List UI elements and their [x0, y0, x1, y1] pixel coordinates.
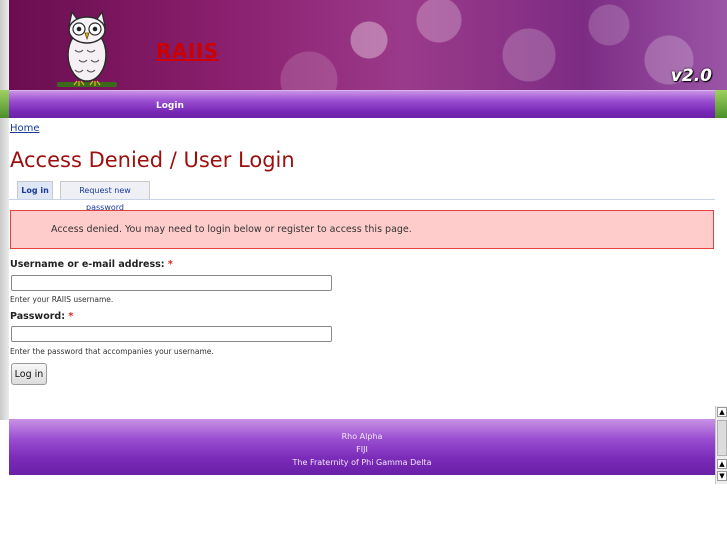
tabs-divider [9, 199, 715, 200]
required-marker: * [68, 311, 74, 322]
page: RAIIS v2.0 Login Home Access Denied / Us… [0, 0, 727, 484]
arrow-up-icon[interactable]: ▲ [717, 407, 727, 417]
footer-line-fraternity: The Fraternity of Phi Gamma Delta [292, 458, 432, 467]
password-label: Password: * [10, 311, 73, 322]
tab-log-in[interactable]: Log in [17, 181, 53, 199]
scrollbar-thumb[interactable] [717, 420, 727, 456]
scrollbar[interactable]: ▲ ▲ ▼ [715, 406, 727, 484]
footer-line-fiji: FIJI [356, 445, 368, 454]
site-title-link[interactable]: RAIIS [156, 39, 219, 63]
password-label-text: Password: [10, 311, 66, 322]
tab-request-new-password[interactable]: Request new password [60, 181, 150, 212]
nav-item-login[interactable]: Login [156, 101, 184, 111]
main-content: Home Access Denied / User Login Log in R… [9, 118, 715, 418]
alert-message: Access denied. You may need to login bel… [51, 224, 412, 235]
arrow-up-icon[interactable]: ▲ [717, 459, 727, 469]
version-badge: v2.0 [670, 66, 712, 86]
required-marker: * [167, 259, 173, 270]
owl-logo-icon [57, 10, 117, 87]
footer-line-chapter: Rho Alpha [341, 432, 383, 441]
left-rail [0, 0, 9, 420]
password-help: Enter the password that accompanies your… [10, 347, 214, 356]
username-help: Enter your RAIIS username. [10, 295, 114, 304]
access-denied-alert: Access denied. You may need to login bel… [10, 210, 714, 249]
username-input[interactable] [11, 275, 332, 291]
site-footer: Rho Alpha FIJI The Fraternity of Phi Gam… [9, 419, 715, 475]
password-input[interactable] [11, 326, 332, 342]
login-submit-button[interactable]: Log in [11, 363, 47, 385]
username-label-text: Username or e-mail address: [10, 259, 165, 270]
site-header: RAIIS v2.0 [9, 0, 727, 90]
username-label: Username or e-mail address: * [10, 259, 173, 270]
primary-nav: Login [9, 90, 715, 119]
arrow-down-icon[interactable]: ▼ [717, 471, 727, 481]
nav-right-cap [715, 90, 727, 118]
page-title: Access Denied / User Login [10, 148, 295, 172]
breadcrumb-home-link[interactable]: Home [10, 123, 40, 134]
nav-left-cap [0, 90, 9, 118]
